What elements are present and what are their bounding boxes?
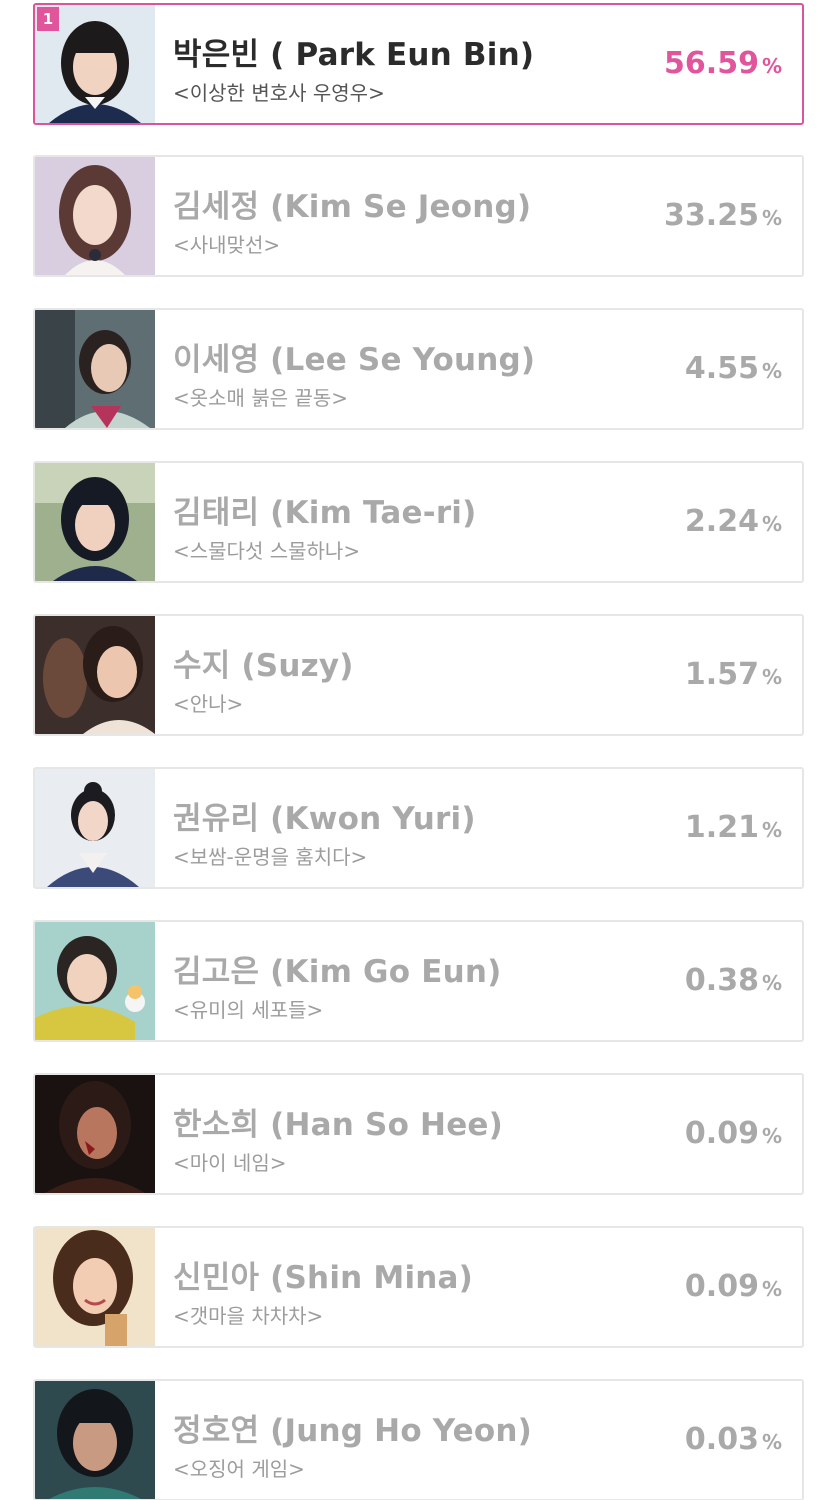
ranking-card-10[interactable]: 정호연 (Jung Ho Yeon) <오징어 게임> 0.03% xyxy=(33,1379,804,1500)
ranking-card-6[interactable]: 권유리 (Kwon Yuri) <보쌈-운명을 훔치다> 1.21% xyxy=(33,767,804,889)
actor-name: 수지 (Suzy) xyxy=(173,648,354,684)
actor-photo xyxy=(35,463,155,581)
ranking-card-5[interactable]: 수지 (Suzy) <안나> 1.57% xyxy=(33,614,804,736)
actor-name: 이세영 (Lee Se Young) xyxy=(173,342,536,378)
vote-percent: 0.38% xyxy=(684,963,782,998)
actor-photo xyxy=(35,1228,155,1346)
actor-name: 권유리 (Kwon Yuri) xyxy=(173,801,476,837)
actor-photo xyxy=(35,616,155,734)
vote-percent: 33.25% xyxy=(664,198,782,233)
vote-percent: 0.09% xyxy=(684,1116,782,1151)
vote-percent: 0.09% xyxy=(684,1269,782,1304)
ranking-card-4[interactable]: 김태리 (Kim Tae-ri) <스물다섯 스물하나> 2.24% xyxy=(33,461,804,583)
vote-percent: 4.55% xyxy=(684,351,782,386)
vote-percent: 56.59% xyxy=(664,46,782,81)
drama-title: <안나> xyxy=(173,692,244,716)
actor-name: 한소희 (Han So Hee) xyxy=(173,1107,504,1143)
actor-name: 신민아 (Shin Mina) xyxy=(173,1260,474,1296)
vote-percent: 0.03% xyxy=(684,1422,782,1457)
ranking-card-8[interactable]: 한소희 (Han So Hee) <마이 네임> 0.09% xyxy=(33,1073,804,1195)
vote-percent: 1.57% xyxy=(684,657,782,692)
actor-photo xyxy=(35,1381,155,1499)
drama-title: <옷소매 붉은 끝동> xyxy=(173,386,349,410)
drama-title: <갯마을 차차차> xyxy=(173,1304,324,1328)
actor-photo xyxy=(35,157,155,275)
vote-percent: 2.24% xyxy=(684,504,782,539)
drama-title: <스물다섯 스물하나> xyxy=(173,539,361,563)
drama-title: <이상한 변호사 우영우> xyxy=(173,81,385,105)
actor-name: 정호연 (Jung Ho Yeon) xyxy=(173,1413,532,1449)
ranking-card-1[interactable]: 1 박은빈 ( Park Eun Bin) <이상한 변호사 우영우> 56.5… xyxy=(33,3,804,125)
drama-title: <사내맞선> xyxy=(173,233,281,257)
rank-badge: 1 xyxy=(37,7,59,31)
actor-name: 김태리 (Kim Tae-ri) xyxy=(173,495,477,531)
ranking-list: 1 박은빈 ( Park Eun Bin) <이상한 변호사 우영우> 56.5… xyxy=(0,0,837,1500)
actor-photo xyxy=(35,922,155,1040)
ranking-card-9[interactable]: 신민아 (Shin Mina) <갯마을 차차차> 0.09% xyxy=(33,1226,804,1348)
actor-photo xyxy=(35,769,155,887)
vote-percent: 1.21% xyxy=(684,810,782,845)
actor-photo xyxy=(35,1075,155,1193)
drama-title: <보쌈-운명을 훔치다> xyxy=(173,845,368,869)
ranking-card-3[interactable]: 이세영 (Lee Se Young) <옷소매 붉은 끝동> 4.55% xyxy=(33,308,804,430)
drama-title: <유미의 세포들> xyxy=(173,998,324,1022)
actor-name: 김세정 (Kim Se Jeong) xyxy=(173,189,532,225)
ranking-card-2[interactable]: 김세정 (Kim Se Jeong) <사내맞선> 33.25% xyxy=(33,155,804,277)
actor-name: 김고은 (Kim Go Eun) xyxy=(173,954,502,990)
ranking-card-7[interactable]: 김고은 (Kim Go Eun) <유미의 세포들> 0.38% xyxy=(33,920,804,1042)
actor-photo xyxy=(35,310,155,428)
drama-title: <마이 네임> xyxy=(173,1151,287,1175)
actor-name: 박은빈 ( Park Eun Bin) xyxy=(173,37,535,73)
drama-title: <오징어 게임> xyxy=(173,1457,305,1481)
